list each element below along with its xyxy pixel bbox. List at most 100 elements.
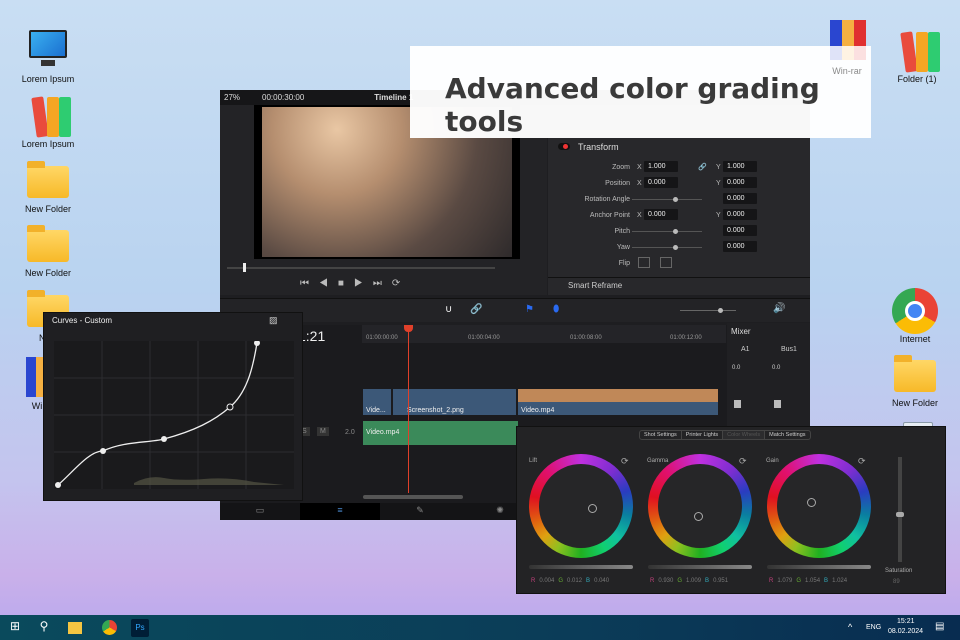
zoom-x-input[interactable]: 1.000 xyxy=(644,161,678,172)
gain-reset-icon[interactable]: ⟳ xyxy=(858,456,866,467)
volume-icon[interactable]: 🔊 xyxy=(773,303,785,314)
desktop-icon-folder-1[interactable]: Folder (1) xyxy=(882,28,952,84)
pitch-row: Pitch 0.000 xyxy=(548,225,810,239)
tab-match-settings[interactable]: Match Settings xyxy=(764,431,809,439)
wheels-tabs: Shot Settings Printer Lights Color Wheel… xyxy=(639,430,811,440)
mute-button[interactable]: M xyxy=(317,427,329,436)
flip-vertical-button[interactable] xyxy=(660,257,672,268)
gamma-master-slider[interactable] xyxy=(648,565,752,569)
photoshop-icon[interactable]: Ps xyxy=(131,619,149,637)
lift-master-slider[interactable] xyxy=(529,565,633,569)
desktop-icon-new-folder-right[interactable]: New Folder xyxy=(880,352,950,408)
gamma-knob[interactable] xyxy=(694,512,703,521)
folder-icon xyxy=(892,352,938,396)
curves-panel: Curves - Custom ▨ xyxy=(43,312,303,501)
anchor-row: Anchor Point X 0.000 Y 0.000 xyxy=(548,209,810,223)
edit-page-icon[interactable]: ≡ xyxy=(300,503,380,520)
binders-icon xyxy=(25,93,71,138)
taskbar: ⊞ ⚲ Ps ^ ENG 15:21 08.02.2024 ▤ xyxy=(0,615,960,640)
position-row: Position X 0.000 Y 0.000 xyxy=(548,177,810,191)
tray-chevron-icon[interactable]: ^ xyxy=(848,622,852,632)
video-clip-video[interactable]: Video.mp4 xyxy=(518,389,718,415)
desktop-icon-winrar-right[interactable]: Win-rar xyxy=(812,20,882,76)
gain-wheel[interactable] xyxy=(767,454,871,558)
gain-knob[interactable] xyxy=(807,498,816,507)
gamma-wheel[interactable] xyxy=(648,454,752,558)
yaw-row: Yaw 0.000 xyxy=(548,241,810,255)
tab-color-wheels[interactable]: Color Wheels xyxy=(722,431,765,439)
gamma-reset-icon[interactable]: ⟳ xyxy=(739,456,747,467)
position-x-input[interactable]: 0.000 xyxy=(644,177,678,188)
flag-icon[interactable]: ⚑ xyxy=(525,304,534,315)
skip-start-icon[interactable]: ⏮ xyxy=(300,278,319,289)
link-clips-icon[interactable]: 🔗 xyxy=(470,304,482,315)
windows-start-icon[interactable]: ⊞ xyxy=(6,619,24,637)
desktop-icon-new-folder-1[interactable]: New Folder xyxy=(13,158,83,214)
curve-editor-icon[interactable]: ▨ xyxy=(269,315,278,326)
pitch-slider[interactable] xyxy=(673,229,678,234)
desktop-icon-lorem-ipsum-2[interactable]: Lorem Ipsum xyxy=(13,93,83,149)
yaw-slider[interactable] xyxy=(673,245,678,250)
rotation-slider[interactable] xyxy=(673,197,678,202)
step-back-icon[interactable]: ◀ xyxy=(319,278,338,289)
tab-shot-settings[interactable]: Shot Settings xyxy=(640,431,681,439)
notifications-icon[interactable]: ▤ xyxy=(935,621,944,632)
stop-icon[interactable]: ■ xyxy=(338,278,354,289)
feature-banner: Advanced color grading tools xyxy=(410,46,871,138)
skip-end-icon[interactable]: ⏭ xyxy=(373,278,392,289)
smart-reframe-section[interactable]: Smart Reframe xyxy=(568,281,622,290)
transform-section-title[interactable]: Transform xyxy=(578,142,619,152)
video-clip-screenshot[interactable]: Screenshot_2.png xyxy=(393,389,516,415)
flip-horizontal-button[interactable] xyxy=(638,257,650,268)
rotation-row: Rotation Angle 0.000 xyxy=(548,193,810,207)
timeline-scrollbar[interactable] xyxy=(363,495,463,499)
search-icon[interactable]: ⚲ xyxy=(35,619,53,637)
cut-page-icon[interactable]: ▭ xyxy=(220,503,300,520)
timeline-name[interactable]: Timeline 1 xyxy=(374,93,413,102)
zoom-y-input[interactable]: 1.000 xyxy=(723,161,757,172)
folder-icon xyxy=(25,222,71,266)
fusion-page-icon[interactable]: ✎ xyxy=(380,503,460,520)
desktop-icon-lorem-ipsum-1[interactable]: Lorem Ipsum xyxy=(13,28,83,84)
clock-date[interactable]: 08.02.2024 xyxy=(888,628,923,635)
zoom-level[interactable]: 27% xyxy=(224,93,240,102)
curves-title: Curves - Custom xyxy=(52,316,113,325)
winrar-icon xyxy=(824,20,870,64)
play-icon[interactable]: ▶ xyxy=(354,278,373,289)
zoom-slider[interactable] xyxy=(680,308,736,313)
chrome-icon[interactable] xyxy=(100,619,118,637)
zoom-row: Zoom X 1.000 🔗 Y 1.000 xyxy=(548,161,810,175)
saturation-slider[interactable] xyxy=(896,457,904,562)
loop-icon[interactable]: ⟳ xyxy=(392,278,410,289)
a1-fader[interactable] xyxy=(734,400,741,408)
marker-icon[interactable]: ⬮ xyxy=(553,304,559,315)
bus1-fader[interactable] xyxy=(774,400,781,408)
saturation-value[interactable]: 89 xyxy=(893,579,900,585)
flip-row: Flip xyxy=(548,257,810,271)
lift-wheel[interactable] xyxy=(529,454,633,558)
snap-icon[interactable]: ∪ xyxy=(445,304,452,315)
language-indicator[interactable]: ENG xyxy=(866,624,881,631)
scrubber[interactable] xyxy=(227,263,495,272)
folder-icon xyxy=(25,158,71,202)
lift-reset-icon[interactable]: ⟳ xyxy=(621,456,629,467)
link-icon[interactable]: 🔗 xyxy=(698,163,707,171)
gain-master-slider[interactable] xyxy=(767,565,871,569)
position-y-input[interactable]: 0.000 xyxy=(723,177,757,188)
desktop-icon-internet[interactable]: Internet xyxy=(880,288,950,344)
video-clip-1[interactable]: Vide... xyxy=(363,389,391,415)
clock-time[interactable]: 15:21 xyxy=(897,618,915,625)
binders-icon xyxy=(894,28,940,73)
timecode: 00:00:30:00 xyxy=(262,93,305,102)
file-explorer-icon[interactable] xyxy=(66,619,84,637)
curve-graph[interactable] xyxy=(54,341,294,489)
playhead[interactable] xyxy=(404,325,413,493)
monitor-icon xyxy=(25,28,71,72)
color-wheels-panel: Shot Settings Printer Lights Color Wheel… xyxy=(516,426,946,594)
chrome-icon xyxy=(892,288,938,334)
desktop-icon-new-folder-2[interactable]: New Folder xyxy=(13,222,83,278)
lift-knob[interactable] xyxy=(588,504,597,513)
audio-clip[interactable]: Video.mp4 xyxy=(363,421,518,445)
timeline-toolbar: ∪ 🔗 ⚑ ⬮ 🔊 xyxy=(220,298,810,322)
tab-printer-lights[interactable]: Printer Lights xyxy=(680,431,722,439)
